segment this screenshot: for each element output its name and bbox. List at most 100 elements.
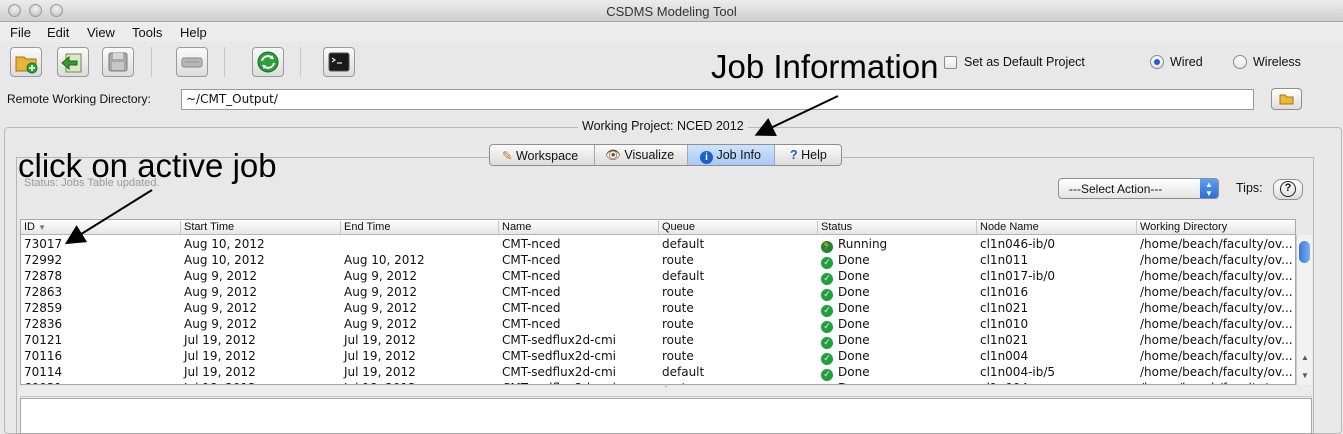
scroll-up-icon[interactable]: ▲ bbox=[1301, 353, 1309, 362]
table-cell: cl1n021 bbox=[980, 301, 1029, 315]
table-cell: route bbox=[662, 333, 694, 347]
table-cell: CMT-sedflux2d-cmi bbox=[502, 333, 617, 347]
table-cell: CMT-nced bbox=[502, 269, 561, 283]
table-cell: /home/beach/faculty/ov... bbox=[1140, 285, 1293, 299]
table-row[interactable]: 72859 Aug 9, 2012 Aug 9, 2012 CMT-nced route… bbox=[21, 300, 1295, 317]
table-cell: route bbox=[662, 285, 694, 299]
tips-button[interactable]: ? bbox=[1273, 179, 1303, 200]
wired-radio[interactable] bbox=[1150, 55, 1164, 69]
table-row[interactable]: 72992 Aug 10, 2012 Aug 10, 2012 CMT-nced rou… bbox=[21, 252, 1295, 269]
status-text: Done bbox=[838, 269, 870, 283]
status-cell: ✓Done bbox=[818, 317, 977, 333]
table-cell: /home/beach/faculty/ov... bbox=[1140, 349, 1293, 363]
status-cell: ✓Done bbox=[818, 269, 977, 285]
refresh-button[interactable] bbox=[252, 47, 284, 77]
table-cell: 72836 bbox=[24, 317, 63, 331]
menu-view[interactable]: View bbox=[87, 25, 115, 40]
save-icon bbox=[108, 52, 128, 72]
tab-workspace[interactable]: ✎ Workspace bbox=[490, 145, 593, 165]
table-cell: cl1n010 bbox=[980, 317, 1029, 331]
disk-button[interactable] bbox=[176, 47, 208, 77]
status-cell: ✓Done bbox=[818, 381, 977, 384]
status-text: Done bbox=[838, 365, 870, 379]
table-cell: CMT-sedflux2d-cmi bbox=[502, 349, 617, 363]
working-project-label: Working Project: NCED 2012 bbox=[578, 119, 748, 133]
col-end-time[interactable]: End Time bbox=[341, 221, 499, 235]
table-cell: Jul 19, 2012 bbox=[184, 333, 256, 347]
save-button[interactable] bbox=[102, 47, 134, 77]
folder-icon bbox=[1279, 94, 1294, 105]
menu-file[interactable]: File bbox=[10, 25, 31, 40]
browse-folder-button[interactable] bbox=[1271, 88, 1302, 110]
table-cell: 72992 bbox=[24, 253, 63, 267]
tab-help[interactable]: ? Help bbox=[775, 145, 841, 165]
new-project-button[interactable] bbox=[10, 47, 42, 77]
table-cell: cl1n046-ib/0 bbox=[980, 237, 1056, 251]
table-cell: CMT-sedflux2d-cmi bbox=[502, 365, 617, 379]
tab-label: Visualize bbox=[624, 148, 675, 162]
chevron-up-down-icon: ▲ ▼ bbox=[1200, 179, 1218, 198]
split-pane-divider[interactable]: ˆ bbox=[20, 386, 1312, 397]
col-node-name[interactable]: Node Name bbox=[977, 221, 1137, 235]
tab-job-info[interactable]: i Job Info bbox=[688, 145, 774, 165]
table-cell: route bbox=[662, 301, 694, 315]
col-name[interactable]: Name bbox=[499, 221, 659, 235]
wireless-radio[interactable] bbox=[1233, 55, 1247, 69]
table-cell: CMT-nced bbox=[502, 317, 561, 331]
table-cell: Jul 19, 2012 bbox=[344, 349, 416, 363]
col-start-time[interactable]: Start Time bbox=[181, 221, 341, 235]
action-select[interactable]: ---Select Action--- ▲ ▼ bbox=[1058, 178, 1219, 199]
table-cell: Jul 19, 2012 bbox=[184, 365, 256, 379]
table-cell: Jul 18, 2012 bbox=[341, 381, 499, 384]
status-text: Done bbox=[838, 301, 870, 315]
scroll-down-icon[interactable]: ▼ bbox=[1301, 371, 1309, 380]
table-cell: Aug 9, 2012 bbox=[184, 269, 258, 283]
open-icon bbox=[61, 53, 82, 73]
tab-bar: ✎ Workspace 👁 Visualize i Job Info ? Hel… bbox=[489, 144, 842, 166]
pencil-icon: ✎ bbox=[502, 149, 513, 163]
status-text: Running bbox=[838, 237, 888, 251]
toolbar-separator bbox=[224, 47, 225, 77]
table-cell: cl1n004 bbox=[977, 381, 1137, 384]
scrollbar-thumb[interactable] bbox=[1299, 241, 1310, 263]
status-text: Done bbox=[838, 317, 870, 331]
table-row[interactable]: 70114 Jul 19, 2012 Jul 19, 2012 CMT-sedflux… bbox=[21, 364, 1295, 381]
table-cell: cl1n011 bbox=[980, 253, 1029, 267]
table-row[interactable]: 70116 Jul 19, 2012 Jul 19, 2012 CMT-sedflux… bbox=[21, 348, 1295, 365]
table-cell: Aug 9, 2012 bbox=[344, 285, 418, 299]
remote-dir-label: Remote Working Directory: bbox=[7, 92, 151, 106]
table-row[interactable]: 73017 Aug 10, 2012 CMT-nced default 🏃 Running… bbox=[21, 236, 1295, 253]
table-cell: CMT-nced bbox=[502, 301, 561, 315]
table-row[interactable]: 70121 Jul 19, 2012 Jul 19, 2012 CMT-sedflux… bbox=[21, 332, 1295, 349]
col-id[interactable]: ID ▼ bbox=[21, 221, 181, 235]
wired-label: Wired bbox=[1170, 55, 1203, 69]
table-cell: CMT-nced bbox=[502, 253, 561, 267]
table-row[interactable]: 72863 Aug 9, 2012 Aug 9, 2012 CMT-nced route… bbox=[21, 284, 1295, 301]
disk-icon bbox=[181, 57, 203, 68]
menu-tools[interactable]: Tools bbox=[132, 25, 162, 40]
question-icon: ? bbox=[1280, 181, 1296, 197]
table-cell: Aug 10, 2012 bbox=[184, 237, 265, 251]
menu-help[interactable]: Help bbox=[180, 25, 207, 40]
table-scrollbar[interactable]: ▲ ▼ bbox=[1296, 235, 1312, 385]
table-header: ID ▼ Start Time End Time Name Queue Stat… bbox=[21, 220, 1295, 235]
terminal-button[interactable] bbox=[323, 47, 355, 77]
table-cell: Aug 10, 2012 bbox=[344, 253, 425, 267]
menu-edit[interactable]: Edit bbox=[47, 25, 69, 40]
col-queue[interactable]: Queue bbox=[659, 221, 818, 235]
remote-dir-input[interactable]: ~/CMT_Output/ bbox=[181, 89, 1254, 110]
col-working-directory[interactable]: Working Directory bbox=[1137, 221, 1295, 235]
default-project-checkbox[interactable] bbox=[944, 56, 957, 69]
tab-label: Help bbox=[801, 148, 827, 162]
table-row[interactable]: 72836 Aug 9, 2012 Aug 9, 2012 CMT-nced route… bbox=[21, 316, 1295, 333]
status-cell: 🏃 Running bbox=[818, 237, 977, 253]
table-row[interactable]: 72878 Aug 9, 2012 Aug 9, 2012 CMT-nced defau… bbox=[21, 268, 1295, 285]
tips-label: Tips: bbox=[1236, 181, 1263, 195]
table-row[interactable]: 69931Jul 18, 2012Jul 18, 2012CMT-sedflux… bbox=[21, 380, 1295, 384]
open-button[interactable] bbox=[57, 47, 89, 77]
tab-visualize[interactable]: 👁 Visualize bbox=[595, 145, 687, 165]
col-status[interactable]: Status bbox=[818, 221, 977, 235]
status-cell: ✓Done bbox=[818, 301, 977, 317]
tab-label: Workspace bbox=[515, 149, 579, 163]
table-cell: Aug 9, 2012 bbox=[184, 317, 258, 331]
